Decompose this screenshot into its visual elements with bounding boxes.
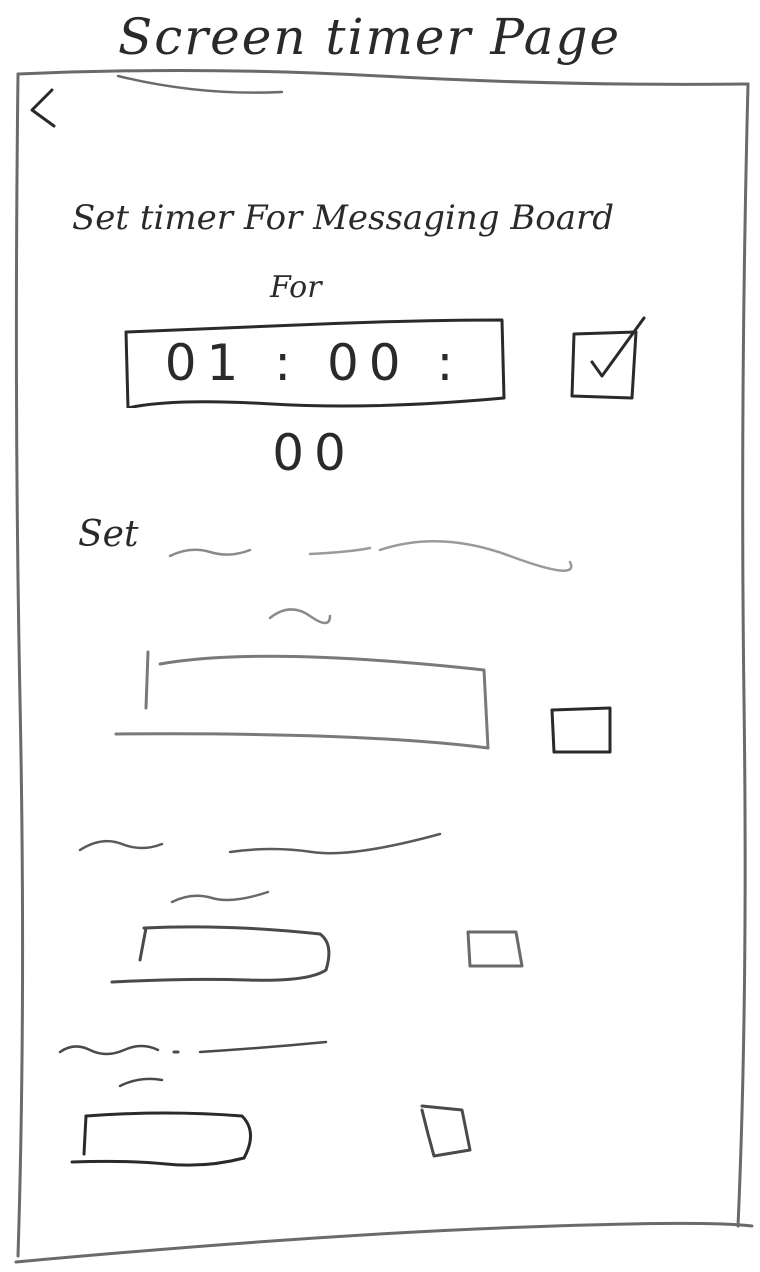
placeholder-text-lines (58, 1040, 328, 1088)
second-section-label: Set (78, 514, 139, 555)
placeholder-text-lines (78, 832, 442, 904)
fourth-timer-checkbox[interactable] (414, 1100, 476, 1166)
timer-input[interactable]: 01 : 00 : 00 (122, 318, 506, 482)
back-button[interactable] (24, 86, 64, 134)
fourth-timer-input[interactable] (66, 1108, 260, 1174)
second-timer-checkbox[interactable] (548, 704, 616, 756)
second-timer-input[interactable] (112, 646, 496, 756)
third-timer-input[interactable] (108, 920, 338, 986)
timer-enable-checkbox[interactable] (566, 314, 648, 406)
placeholder-text-lines (168, 540, 573, 625)
timer-value: 01 : 00 : 00 (164, 334, 464, 482)
section-heading: Set timer For Messaging Board (72, 198, 615, 238)
third-timer-checkbox[interactable] (462, 926, 526, 970)
chevron-left-icon (30, 88, 56, 128)
section-subheading: For (270, 270, 322, 305)
